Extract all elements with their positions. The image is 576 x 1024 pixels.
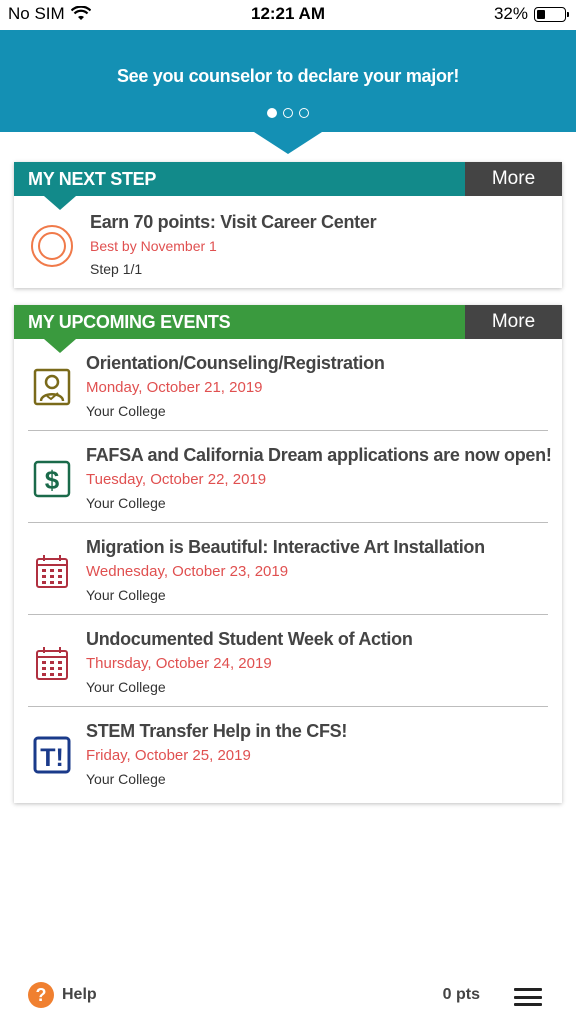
page-dot[interactable]: [267, 108, 277, 118]
events-more-button[interactable]: More: [465, 305, 562, 339]
event-location: Your College: [86, 771, 166, 787]
event-item[interactable]: $ FAFSA and California Dream application…: [28, 431, 552, 523]
points-counter[interactable]: 0 pts: [443, 986, 480, 1004]
status-bar: No SIM 12:21 AM 32%: [0, 0, 576, 30]
event-item[interactable]: Orientation/Counseling/Registration Mond…: [28, 339, 548, 431]
target-circle-icon: [31, 225, 73, 267]
upcoming-events-card: MY UPCOMING EVENTS More Orientation/Coun…: [14, 305, 562, 803]
event-title: STEM Transfer Help in the CFS!: [86, 721, 348, 741]
event-date: Thursday, October 24, 2019: [86, 655, 272, 672]
event-location: Your College: [86, 679, 166, 695]
calendar-icon: [36, 647, 68, 680]
next-step-item[interactable]: Earn 70 points: Visit Career Center Best…: [14, 196, 562, 288]
next-step-header: MY NEXT STEP More: [14, 162, 562, 210]
event-date: Monday, October 21, 2019: [86, 379, 263, 396]
help-label: Help: [62, 986, 97, 1003]
event-title: Orientation/Counseling/Registration: [86, 353, 385, 373]
next-step-card: MY NEXT STEP More Earn 70 points: Visit …: [14, 162, 562, 288]
banner-page-dots: [0, 108, 576, 118]
banner-message: See you counselor to declare your major!: [116, 66, 460, 86]
step-due-date: Best by November 1: [90, 238, 217, 254]
bottom-bar: ? Help 0 pts: [0, 964, 576, 1024]
announcement-banner[interactable]: See you counselor to declare your major!: [0, 30, 576, 132]
svg-text:T!: T!: [40, 744, 64, 772]
next-step-more-button[interactable]: More: [465, 162, 562, 196]
event-item[interactable]: T! STEM Transfer Help in the CFS! Friday…: [28, 707, 548, 799]
clock: 12:21 AM: [250, 4, 325, 23]
dollar-sign-icon: $: [33, 460, 71, 498]
status-right: 32%: [493, 4, 569, 24]
event-location: Your College: [86, 495, 166, 511]
hamburger-menu-icon[interactable]: [514, 988, 542, 1006]
calendar-icon: [36, 555, 68, 588]
event-date: Friday, October 25, 2019: [86, 747, 251, 764]
event-title: FAFSA and California Dream applications …: [86, 445, 552, 465]
t-exclamation-icon: T!: [33, 736, 71, 774]
battery-percent: 32%: [493, 4, 528, 23]
counselor-profile-icon: [33, 368, 71, 406]
svg-text:$: $: [45, 465, 60, 495]
event-date: Tuesday, October 22, 2019: [86, 471, 267, 488]
banner-pointer: [254, 132, 322, 154]
help-button[interactable]: ? Help: [28, 982, 97, 1008]
event-location: Your College: [86, 587, 166, 603]
step-progress: Step 1/1: [90, 261, 143, 277]
event-item[interactable]: Migration is Beautiful: Interactive Art …: [28, 523, 548, 615]
next-step-title: MY NEXT STEP: [14, 162, 465, 196]
battery-fill: [537, 9, 546, 19]
page-dot[interactable]: [283, 108, 293, 118]
event-date: Wednesday, October 23, 2019: [86, 563, 289, 580]
step-title: Earn 70 points: Visit Career Center: [90, 212, 377, 232]
page-dot[interactable]: [299, 108, 309, 118]
event-location: Your College: [86, 403, 166, 419]
events-header: MY UPCOMING EVENTS More: [14, 305, 562, 353]
event-item[interactable]: Undocumented Student Week of Action Thur…: [28, 615, 548, 707]
events-title: MY UPCOMING EVENTS: [14, 305, 465, 339]
event-title: Undocumented Student Week of Action: [86, 629, 413, 649]
event-title: Migration is Beautiful: Interactive Art …: [86, 537, 485, 557]
question-mark-icon: ?: [28, 982, 54, 1008]
battery-icon: [534, 6, 569, 22]
